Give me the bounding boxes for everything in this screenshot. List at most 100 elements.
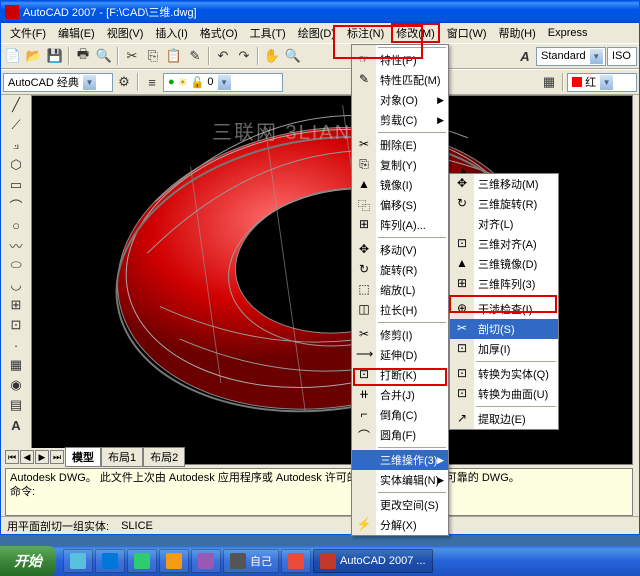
menu-item[interactable]: ⊡三维对齐(A) xyxy=(450,234,558,254)
taskbar-item[interactable] xyxy=(191,549,221,573)
menu-item[interactable]: ☞特性(P) xyxy=(352,50,448,70)
layout-tab[interactable]: 布局1 xyxy=(101,447,143,467)
taskbar-item[interactable] xyxy=(95,549,125,573)
menu-item[interactable]: ⌐倒角(C) xyxy=(352,405,448,425)
workspace-combo[interactable]: AutoCAD 经典▼ xyxy=(3,73,113,92)
new-icon[interactable]: 📄 xyxy=(3,46,23,66)
color-combo[interactable]: 红▼ xyxy=(567,73,637,92)
taskbar-item[interactable] xyxy=(127,549,157,573)
menu-item[interactable]: 编辑(E) xyxy=(53,23,100,43)
layer-combo[interactable]: ● ☀ 🔓 0▼ xyxy=(163,73,283,92)
menu-item[interactable]: ⊡加厚(I) xyxy=(450,339,558,359)
menu-item[interactable]: ⌒圆角(F) xyxy=(352,425,448,445)
menu-item[interactable]: 更改空间(S) xyxy=(352,495,448,515)
menu-item[interactable]: 绘图(D) xyxy=(293,23,340,43)
menu-item[interactable]: ↻旋转(R) xyxy=(352,260,448,280)
menu-item[interactable]: 对象(O)▶ xyxy=(352,90,448,110)
menu-item[interactable]: 帮助(H) xyxy=(494,23,541,43)
menu-item[interactable]: ↗提取边(E) xyxy=(450,409,558,429)
pan-icon[interactable]: ✋ xyxy=(262,46,282,66)
menu-item[interactable]: 工具(T) xyxy=(245,23,291,43)
menu-item[interactable]: ✂删除(E) xyxy=(352,135,448,155)
command-line[interactable]: Autodesk DWG。 此文件上次由 Autodesk 应用程序或 Auto… xyxy=(5,468,633,516)
preview-icon[interactable]: 🔍 xyxy=(94,46,114,66)
menu-item[interactable]: ▲镜像(I) xyxy=(352,175,448,195)
menu-item[interactable]: ⧺合并(J) xyxy=(352,385,448,405)
table-icon[interactable]: ▤ xyxy=(5,395,27,415)
layer-icon[interactable]: ≡ xyxy=(142,72,162,92)
layout-tab[interactable]: 布局2 xyxy=(143,447,185,467)
insert-icon[interactable]: ⊞ xyxy=(5,295,27,315)
open-icon[interactable]: 📂 xyxy=(24,46,44,66)
copy-icon[interactable]: ⎘ xyxy=(143,46,163,66)
menu-item[interactable]: 文件(F) xyxy=(5,23,51,43)
menu-item[interactable]: ✂修剪(I) xyxy=(352,325,448,345)
menu-item[interactable]: 对齐(L) xyxy=(450,214,558,234)
titlebar[interactable]: AutoCAD 2007 - [F:\CAD\三维.dwg] xyxy=(1,1,639,23)
save-icon[interactable]: 💾 xyxy=(45,46,65,66)
taskbar-item[interactable] xyxy=(281,549,311,573)
menu-item[interactable]: 视图(V) xyxy=(102,23,149,43)
menu-item[interactable]: ⊕干涉检查(I) xyxy=(450,299,558,319)
menu-item[interactable]: ◫拉长(H) xyxy=(352,300,448,320)
block-icon[interactable]: ⊡ xyxy=(5,315,27,335)
taskbar-item[interactable]: AutoCAD 2007 ... xyxy=(313,549,433,573)
taskbar-item[interactable] xyxy=(63,549,93,573)
menu-item[interactable]: 三维操作(3)▶ xyxy=(352,450,448,470)
menu-item[interactable]: ⊡转换为实体(Q) xyxy=(450,364,558,384)
block-icon[interactable]: ▦ xyxy=(539,72,559,92)
point-icon[interactable]: · xyxy=(5,335,27,355)
menu-item[interactable]: ↻三维旋转(R) xyxy=(450,194,558,214)
xline-icon[interactable]: ⟋ xyxy=(5,115,27,135)
menu-item[interactable]: ⊡转换为曲面(U) xyxy=(450,384,558,404)
polygon-icon[interactable]: ⬡ xyxy=(5,155,27,175)
menu-item[interactable]: ⿻偏移(S) xyxy=(352,195,448,215)
menu-item[interactable]: ⊡打断(K) xyxy=(352,365,448,385)
taskbar-item[interactable] xyxy=(159,549,189,573)
menu-item[interactable]: Express xyxy=(543,25,593,41)
zoom-icon[interactable]: 🔍 xyxy=(283,46,303,66)
taskbar-item[interactable]: 自己 xyxy=(223,549,279,573)
menu-item[interactable]: ✂剖切(S) xyxy=(450,319,558,339)
modify-menu[interactable]: ☞特性(P)✎特性匹配(M)对象(O)▶剪载(C)▶ ✂删除(E)⎘复制(Y)▲镜… xyxy=(351,44,449,536)
ellipse-icon[interactable]: ⬭ xyxy=(5,255,27,275)
tab-nav[interactable]: ⏮ xyxy=(5,450,19,464)
menu-item[interactable]: 标注(N) xyxy=(342,23,389,43)
spline-icon[interactable]: 〰 xyxy=(5,235,27,255)
iso-combo[interactable]: ISO xyxy=(607,47,637,66)
tab-nav[interactable]: ◀ xyxy=(20,450,34,464)
menu-item[interactable]: ⎘复制(Y) xyxy=(352,155,448,175)
menu-item[interactable]: 插入(I) xyxy=(150,23,192,43)
circle-icon[interactable]: ○ xyxy=(5,215,27,235)
menu-item[interactable]: ✎特性匹配(M) xyxy=(352,70,448,90)
region-icon[interactable]: ◉ xyxy=(5,375,27,395)
layout-tab[interactable]: 模型 xyxy=(65,447,101,467)
menu-item[interactable]: ✥移动(V) xyxy=(352,240,448,260)
arc-icon[interactable]: ⌒ xyxy=(5,195,27,215)
style-combo[interactable]: Standard▼ xyxy=(536,47,606,66)
tab-nav[interactable]: ⏭ xyxy=(50,450,64,464)
cut-icon[interactable]: ✂ xyxy=(122,46,142,66)
undo-icon[interactable]: ↶ xyxy=(213,46,233,66)
a-icon[interactable]: A xyxy=(515,46,535,66)
pline-icon[interactable]: ⟓ xyxy=(5,135,27,155)
menu-item[interactable]: ▲三维镜像(D) xyxy=(450,254,558,274)
3dops-submenu[interactable]: ✥三维移动(M)↻三维旋转(R)对齐(L)⊡三维对齐(A)▲三维镜像(D)⊞三维… xyxy=(449,173,559,430)
text-icon[interactable]: A xyxy=(5,415,27,435)
line-icon[interactable]: ╱ xyxy=(5,95,27,115)
menu-item[interactable]: ✥三维移动(M) xyxy=(450,174,558,194)
menu-item[interactable]: ⊞阵列(A)... xyxy=(352,215,448,235)
rect-icon[interactable]: ▭ xyxy=(5,175,27,195)
menu-item[interactable]: 剪载(C)▶ xyxy=(352,110,448,130)
start-button[interactable]: 开始 xyxy=(0,546,56,576)
gear-icon[interactable]: ⚙ xyxy=(114,72,134,92)
match-icon[interactable]: ✎ xyxy=(185,46,205,66)
menu-item[interactable]: 修改(M) xyxy=(391,23,440,43)
menu-item[interactable]: ⬚缩放(L) xyxy=(352,280,448,300)
menu-item[interactable]: 实体编辑(N)▶ xyxy=(352,470,448,490)
menu-item[interactable]: 格式(O) xyxy=(195,23,243,43)
menu-item[interactable]: ⚡分解(X) xyxy=(352,515,448,535)
menu-item[interactable]: 窗口(W) xyxy=(442,23,492,43)
menu-item[interactable]: ⊞三维阵列(3) xyxy=(450,274,558,294)
redo-icon[interactable]: ↷ xyxy=(234,46,254,66)
